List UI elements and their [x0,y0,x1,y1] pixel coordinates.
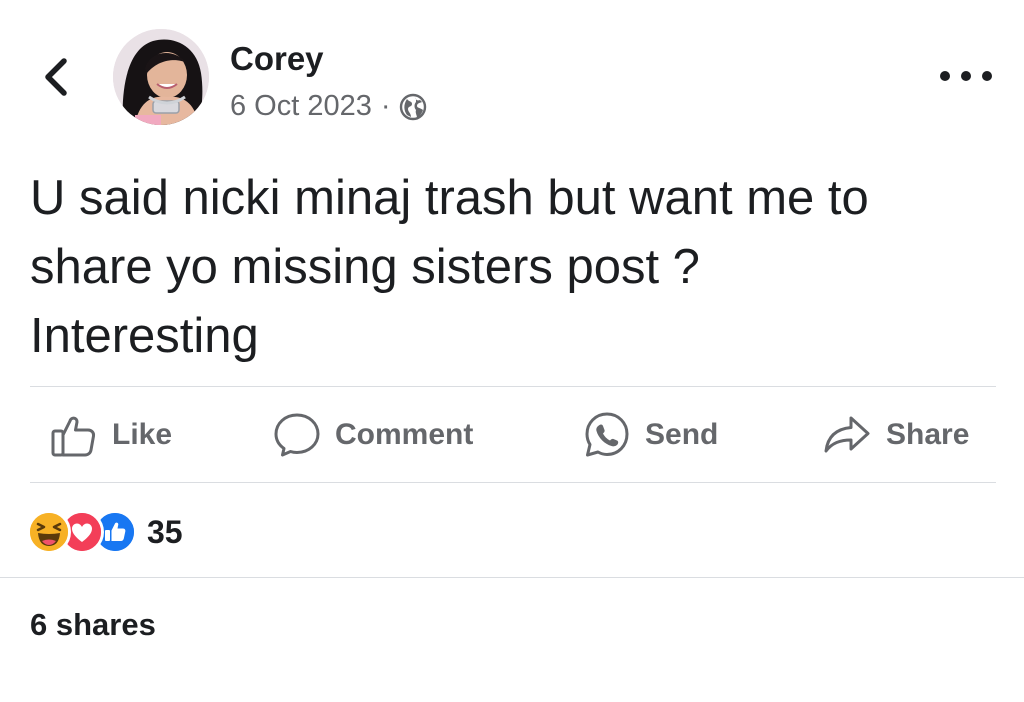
post-meta: 6 Oct 2023 · [230,90,427,123]
back-button[interactable] [38,55,74,99]
share-label: Share [886,418,970,451]
globe-icon [399,93,426,120]
divider [30,482,996,483]
more-options-button[interactable] [940,60,992,92]
thumbs-up-icon [51,416,96,457]
whatsapp-icon [585,412,629,457]
share-arrow-icon [824,416,870,453]
post-text-line: U said nicki minaj trash but want me to [30,171,869,225]
more-dot [982,71,992,81]
author-name[interactable]: Corey [230,40,324,78]
send-label: Send [645,418,719,451]
post-date[interactable]: 6 Oct 2023 [230,90,372,123]
divider [30,386,996,387]
comment-label: Comment [335,418,474,451]
post-text-line: Interesting [30,309,259,363]
reaction-count: 35 [147,513,183,550]
divider [0,577,1024,578]
avatar-image [113,29,209,125]
comment-icon [274,413,320,457]
more-dot [940,71,950,81]
haha-icon [27,510,71,554]
post-text: U said nicki minaj trash but want me to … [30,164,990,371]
send-button[interactable]: Send [583,408,718,462]
comment-button[interactable]: Comment [273,408,473,462]
chevron-left-icon [45,58,67,96]
author-avatar[interactable] [113,29,209,125]
share-button[interactable]: Share [822,408,969,462]
like-button[interactable]: Like [50,408,172,462]
reactions-summary[interactable]: 35 [27,510,183,554]
shares-count[interactable]: 6 shares [30,607,156,643]
more-dot [961,71,971,81]
like-label: Like [112,418,173,451]
meta-separator: · [380,90,391,122]
post-text-line: share yo missing sisters post ? [30,240,700,294]
